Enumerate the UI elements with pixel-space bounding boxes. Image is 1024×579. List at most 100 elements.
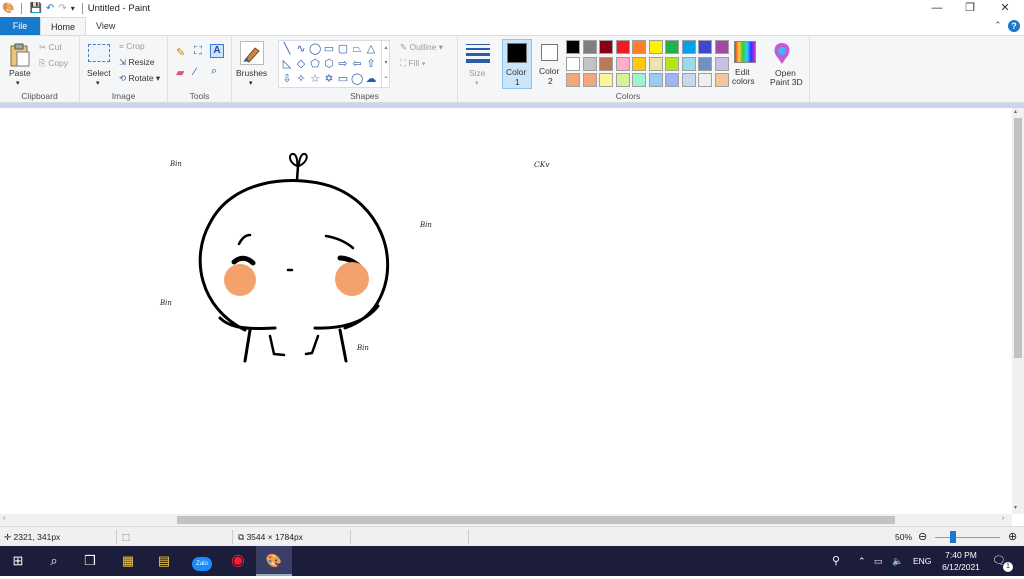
language-indicator[interactable]: ENG xyxy=(913,546,931,576)
diamond-shape-icon[interactable]: ◇ xyxy=(295,58,307,70)
palette-swatch[interactable] xyxy=(632,73,646,87)
cut-button[interactable]: ✂ Cut xyxy=(39,42,62,53)
palette-swatch[interactable] xyxy=(648,40,663,54)
color2-button[interactable]: Color 2 xyxy=(536,39,566,89)
people-icon[interactable]: ⚲ xyxy=(832,546,840,576)
crop-button[interactable]: ⌗ Crop xyxy=(119,41,145,52)
eraser-icon[interactable]: ▰ xyxy=(176,66,184,79)
scroll-down-icon[interactable]: ▾ xyxy=(1014,504,1017,511)
help-icon[interactable]: ? xyxy=(1008,20,1020,32)
palette-swatch[interactable] xyxy=(615,40,630,54)
palette-swatch[interactable] xyxy=(714,73,729,87)
brush-icon[interactable] xyxy=(240,41,264,65)
scroll-up-icon[interactable]: ▴ xyxy=(1014,108,1017,115)
palette-swatch[interactable] xyxy=(599,56,613,71)
line-shape-icon[interactable]: ╲ xyxy=(281,43,293,55)
zoom-out-icon[interactable]: ⊖ xyxy=(918,527,927,547)
windows-start-icon[interactable]: ⊞ xyxy=(0,546,36,576)
chevron-down-icon[interactable]: ▾ xyxy=(475,79,479,87)
tab-file[interactable]: File xyxy=(0,17,40,35)
palette-swatch[interactable] xyxy=(615,73,630,87)
palette-swatch[interactable] xyxy=(665,40,679,54)
palette-swatch[interactable] xyxy=(665,56,679,71)
save-icon[interactable]: 💾 xyxy=(29,0,41,17)
star6-shape-icon[interactable]: ✡ xyxy=(323,73,335,85)
callout-rect-shape-icon[interactable]: ▭ xyxy=(337,73,349,85)
curve-shape-icon[interactable]: ∿ xyxy=(295,43,307,55)
text-tool-icon[interactable]: A xyxy=(210,44,224,58)
select-button[interactable]: Select xyxy=(87,68,111,78)
rectangle-shape-icon[interactable]: ▭ xyxy=(323,43,335,55)
size-button[interactable]: Size xyxy=(469,68,486,78)
magnifier-icon[interactable]: ⌕ xyxy=(211,65,217,78)
palette-swatch[interactable] xyxy=(681,56,696,71)
oval-shape-icon[interactable]: ◯ xyxy=(309,43,321,55)
volume-icon[interactable]: 🔈 xyxy=(892,546,903,576)
task-view-icon[interactable]: ❒ xyxy=(72,546,108,576)
palette-swatch[interactable] xyxy=(648,56,663,71)
redo-icon[interactable]: ↷ xyxy=(58,0,66,17)
star4-shape-icon[interactable]: ✧ xyxy=(295,73,307,85)
chevron-down-icon[interactable]: ▾ xyxy=(16,79,20,87)
clock[interactable]: 7:40 PM 6/12/2021 xyxy=(940,549,982,579)
edit-colors-line2[interactable]: colors xyxy=(732,76,755,86)
color-picker-icon[interactable]: ⁄ xyxy=(194,66,196,78)
palette-swatch[interactable] xyxy=(714,40,729,54)
triangle-shape-icon[interactable]: △ xyxy=(365,43,377,55)
palette-swatch[interactable] xyxy=(681,73,696,87)
star5-shape-icon[interactable]: ☆ xyxy=(309,73,321,85)
chevron-down-icon[interactable]: ▾ xyxy=(249,79,253,87)
copy-button[interactable]: ⎘ Copy xyxy=(39,58,68,69)
paint3d-icon[interactable] xyxy=(768,40,796,68)
palette-swatch[interactable] xyxy=(582,56,597,71)
outline-button[interactable]: ✎ Outline ▾ xyxy=(400,42,443,53)
edit-colors-icon[interactable] xyxy=(734,41,756,63)
paste-button[interactable]: Paste xyxy=(9,68,31,78)
vertical-scrollbar[interactable]: ▴ ▾ xyxy=(1012,108,1024,514)
zoom-slider-track[interactable] xyxy=(935,537,1000,538)
canvas-area[interactable]: Bin Bin Bin Bin CKv xyxy=(0,108,1012,514)
palette-swatch[interactable] xyxy=(698,56,712,71)
tray-chevron-icon[interactable]: ⌃ xyxy=(858,546,866,576)
pentagon-shape-icon[interactable]: ⬠ xyxy=(309,58,321,70)
collapse-ribbon-icon[interactable]: ⌃ xyxy=(994,20,1002,31)
right-triangle-shape-icon[interactable]: ◺ xyxy=(281,58,293,70)
horizontal-scrollbar[interactable]: ‹ › xyxy=(0,514,1012,526)
select-icon[interactable] xyxy=(88,44,110,62)
shapes-scroll[interactable]: ▴ ▾ ⩡ xyxy=(381,41,390,87)
palette-swatch[interactable] xyxy=(582,73,597,87)
arrow-left-shape-icon[interactable]: ⇦ xyxy=(351,58,363,70)
shapes-gallery[interactable]: ╲ ∿ ◯ ▭ ▢ ⏢ △ ◺ ◇ ⬠ ⬡ ⇨ ⇦ ⇧ ⇩ ✧ ☆ ✡ ▭ ◯ … xyxy=(278,40,390,88)
notification-icon[interactable]: 🗨 xyxy=(992,546,1006,576)
rotate-button[interactable]: ⟲ Rotate ▾ xyxy=(119,73,160,84)
paste-icon[interactable] xyxy=(8,42,32,68)
store-icon[interactable]: ▦ xyxy=(110,546,146,576)
minimize-button[interactable]: — xyxy=(920,0,954,17)
palette-swatch[interactable] xyxy=(632,56,646,71)
opera-icon[interactable]: ◉ xyxy=(220,546,256,576)
hexagon-shape-icon[interactable]: ⬡ xyxy=(323,58,335,70)
palette-swatch[interactable] xyxy=(698,40,712,54)
zoom-in-icon[interactable]: ⊕ xyxy=(1008,527,1017,547)
palette-swatch[interactable] xyxy=(714,56,729,71)
palette-swatch[interactable] xyxy=(665,73,679,87)
brushes-button[interactable]: Brushes xyxy=(236,68,267,78)
arrow-up-shape-icon[interactable]: ⇧ xyxy=(365,58,377,70)
palette-swatch[interactable] xyxy=(566,73,580,87)
search-icon[interactable]: ⌕ xyxy=(36,546,72,576)
palette-swatch[interactable] xyxy=(599,73,613,87)
scroll-left-icon[interactable]: ‹ xyxy=(3,515,5,522)
palette-swatch[interactable] xyxy=(566,56,580,71)
arrow-right-shape-icon[interactable]: ⇨ xyxy=(337,58,349,70)
palette-swatch[interactable] xyxy=(582,40,597,54)
palette-swatch[interactable] xyxy=(615,56,630,71)
fill-bucket-icon[interactable]: ⛶ xyxy=(194,45,202,58)
palette-swatch[interactable] xyxy=(681,40,696,54)
size-icon[interactable] xyxy=(466,44,490,63)
undo-icon[interactable]: ↶ xyxy=(46,0,54,17)
polygon-shape-icon[interactable]: ⏢ xyxy=(351,43,363,55)
pencil-icon[interactable]: ✎ xyxy=(176,46,185,59)
palette-swatch[interactable] xyxy=(648,73,663,87)
scroll-right-icon[interactable]: › xyxy=(1002,515,1004,522)
chevron-down-icon[interactable]: ▾ xyxy=(71,0,75,17)
